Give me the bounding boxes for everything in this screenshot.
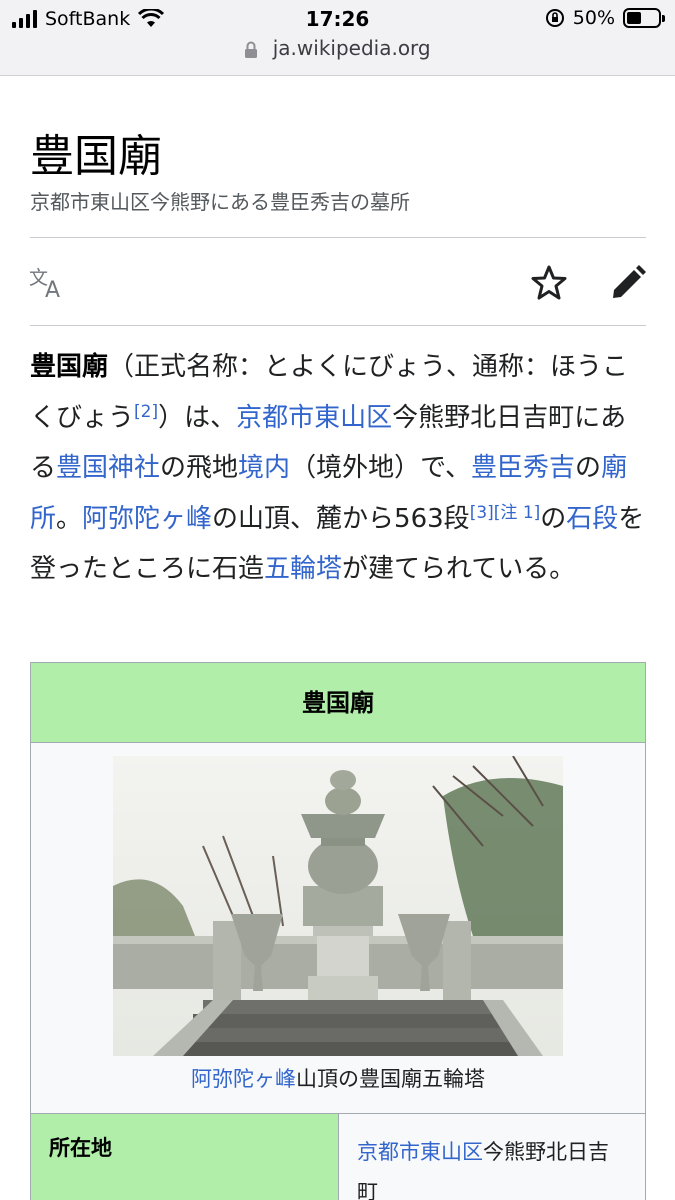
text: ）は、 [158,402,237,433]
photo-caption: 阿弥陀ヶ峰山頂の豊国廟五輪塔 [31,1063,645,1093]
link-amidagamine[interactable]: 阿弥陀ヶ峰 [82,504,212,534]
caption-link-amidagamine[interactable]: 阿弥陀ヶ峰 [191,1067,296,1091]
link-toyokuni-jinja[interactable]: 豊国神社 [56,453,160,483]
link-gorinto[interactable]: 五輪塔 [264,554,342,584]
location-value: 京都市東山区今熊野北日吉町 [338,1114,645,1200]
url-bar[interactable]: ja.wikipedia.org [0,36,675,66]
divider [30,325,646,326]
location-label: 所在地 [31,1114,338,1200]
text: の [540,503,567,534]
language-icon[interactable]: 文 A [28,264,68,300]
note-link[interactable]: [注 1] [494,503,540,523]
battery-percent: 50% [572,7,615,29]
browser-top-bar: SoftBank 17:26 50% ja.wikipedia.org [0,0,675,76]
star-icon[interactable] [530,264,568,302]
url-text: ja.wikipedia.org [272,36,431,60]
text: 。 [56,503,83,534]
status-bar: SoftBank 17:26 50% [0,0,675,38]
svg-text:A: A [45,278,60,300]
link-kyoto-higashiyama[interactable]: 京都市東山区 [236,403,392,433]
text: の [575,453,602,483]
orientation-lock-icon [545,9,564,27]
divider [30,237,646,238]
edit-pencil-icon[interactable] [609,264,647,302]
page-title: 豊国廟 [30,131,162,182]
battery-icon [623,8,665,28]
caption-text: 山頂の豊国廟五輪塔 [296,1067,485,1091]
location-link-kyoto-higashiyama[interactable]: 京都市東山区 [357,1140,483,1164]
text: （境外地）で、 [290,453,472,483]
link-ishidan[interactable]: 石段 [566,504,618,534]
link-hideyoshi[interactable]: 豊臣秀吉 [471,453,575,483]
reference-link[interactable]: [3] [470,503,494,523]
infobox: 豊国廟 阿弥陀ヶ峰山頂の豊国廟五輪塔 所在地 京都市東山区今熊野北日吉町 [30,662,646,1200]
text: の山頂、麓から563段 [212,503,470,534]
page-description: 京都市東山区今熊野にある豊臣秀吉の墓所 [30,190,410,214]
link-keidai[interactable]: 境内 [238,453,290,483]
bold-term: 豊国廟 [30,352,109,382]
lock-icon [245,41,258,58]
text: の飛地 [160,453,239,483]
article-intro-paragraph: 豊国廟（正式名称：とよくにびょう、通称：ほうこくびょう[2]）は、京都市東山区今… [30,342,645,595]
gorinto-photo[interactable] [113,756,563,1056]
reference-link[interactable]: [2] [134,402,158,422]
text: が建てられている。 [342,554,576,584]
infobox-header: 豊国廟 [31,663,645,743]
